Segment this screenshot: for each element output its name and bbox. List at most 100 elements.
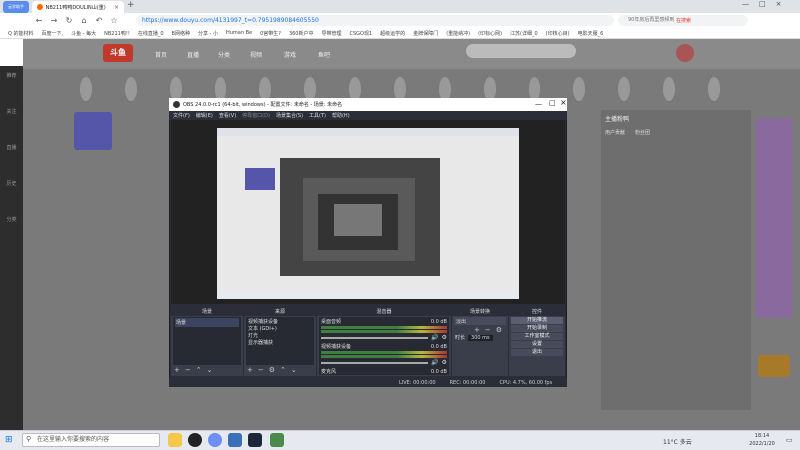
star-icon[interactable]: ☆ xyxy=(109,16,119,25)
bookmark-item[interactable]: 江苏(详细_0 xyxy=(510,30,538,37)
bookmark-item[interactable]: (重能纳冲) xyxy=(446,30,470,37)
minimize-icon[interactable]: — xyxy=(742,0,749,8)
back-icon[interactable]: ← xyxy=(34,16,44,25)
move-up-icon[interactable]: ⌃ xyxy=(280,366,286,374)
browser-profile[interactable]: 云学助手 xyxy=(3,1,29,13)
menu-edit[interactable]: 编辑(E) xyxy=(196,112,213,119)
volume-slider[interactable] xyxy=(321,361,429,364)
bookmark-item[interactable]: 百度一下, xyxy=(42,30,64,37)
source-item[interactable]: 灯光 xyxy=(248,332,312,339)
studio-mode-button[interactable]: 工作室模式 xyxy=(511,333,563,340)
menu-docks[interactable]: 停靠窗口(D) xyxy=(242,112,270,119)
exit-button[interactable]: 退出 xyxy=(511,349,563,356)
obs-maximize-icon[interactable]: □ xyxy=(549,99,556,107)
scene-item[interactable]: 场景 xyxy=(175,318,239,327)
gear-icon[interactable]: ⚙ xyxy=(269,366,275,374)
bookmark-item[interactable]: 超级运学的 xyxy=(380,30,405,37)
taskbar-search-input[interactable]: 在这里输入你要搜索的内容 xyxy=(22,433,160,447)
speaker-icon[interactable]: 🔊 xyxy=(431,359,438,366)
side-advert[interactable] xyxy=(756,118,792,318)
menu-file[interactable]: 文件(F) xyxy=(173,112,190,119)
bookmark-item[interactable]: (印标心网) xyxy=(478,30,502,37)
site-nav-video[interactable]: 视频 xyxy=(250,50,262,59)
add-icon[interactable]: + xyxy=(174,366,180,374)
site-nav-home[interactable]: 首页 xyxy=(155,50,167,59)
source-item[interactable]: 显示器捕获 xyxy=(248,339,312,346)
reload-icon[interactable]: ↻ xyxy=(64,16,74,25)
bookmark-item[interactable]: B网络种 xyxy=(172,30,190,37)
event-badge[interactable] xyxy=(758,355,790,377)
category-icon[interactable] xyxy=(124,77,137,101)
move-down-icon[interactable]: ⌄ xyxy=(207,366,213,374)
leftbar-item[interactable]: 历史 xyxy=(0,180,23,210)
home-icon[interactable]: ⌂ xyxy=(79,16,89,25)
bookmark-item[interactable]: 在线直播_0 xyxy=(138,30,164,37)
remove-icon[interactable]: − xyxy=(258,366,264,374)
move-up-icon[interactable]: ⌃ xyxy=(196,366,202,374)
bookmark-item[interactable]: 导带管理 xyxy=(321,30,341,37)
taskbar-clock[interactable]: 18:14 2022/1/20 xyxy=(744,432,780,448)
category-icon[interactable] xyxy=(80,77,92,101)
forward-icon[interactable]: → xyxy=(49,16,59,25)
obs-minimize-icon[interactable]: — xyxy=(535,100,542,108)
bookmark-item[interactable]: 360新户中 xyxy=(289,30,314,37)
bookmark-item[interactable]: 分享 - 小 xyxy=(198,30,218,37)
category-icon[interactable] xyxy=(573,77,586,101)
move-down-icon[interactable]: ⌄ xyxy=(291,366,297,374)
undo-icon[interactable]: ↶ xyxy=(94,16,104,25)
category-icon[interactable] xyxy=(663,77,676,101)
bookmark-item[interactable]: 金牌保障门 xyxy=(413,30,438,37)
bookmark-item[interactable]: NB211鸭!! xyxy=(104,30,130,37)
category-icon[interactable] xyxy=(708,77,720,101)
leftbar-item[interactable]: 关注 xyxy=(0,108,23,138)
site-nav-category[interactable]: 分类 xyxy=(218,50,230,59)
bookmark-item[interactable]: Human Be xyxy=(226,30,252,36)
bookmark-item[interactable]: 0宫带生? xyxy=(260,30,281,37)
leftbar-item[interactable]: 分类 xyxy=(0,216,23,246)
browser-taskbar-icon[interactable] xyxy=(208,433,222,447)
bookmark-item[interactable]: CSGO现1 xyxy=(350,30,373,37)
tab-close-icon[interactable]: × xyxy=(114,4,119,11)
settings-button[interactable]: 设置 xyxy=(511,341,563,348)
speaker-icon[interactable]: 🔊 xyxy=(431,334,438,341)
new-tab-icon[interactable]: + xyxy=(127,0,135,10)
notification-icon[interactable]: ▭ xyxy=(786,436,793,444)
remove-icon[interactable]: − xyxy=(485,326,491,334)
weather-widget[interactable]: 11°C 多云 xyxy=(663,437,692,446)
app-taskbar-icon[interactable] xyxy=(228,433,242,447)
app-taskbar-icon[interactable] xyxy=(270,433,284,447)
source-item[interactable]: 文本 (GDI+) xyxy=(248,325,312,332)
browser-tab[interactable]: NB211鸭鸭DOULIN山(重) × xyxy=(32,1,124,13)
site-logo[interactable]: 斗鱼 xyxy=(103,44,133,62)
bookmark-item[interactable]: (印核心目) xyxy=(546,30,570,37)
maximize-icon[interactable]: □ xyxy=(759,0,766,8)
steam-taskbar-icon[interactable] xyxy=(248,433,262,447)
add-icon[interactable]: + xyxy=(247,366,253,374)
bookmark-item[interactable]: 斗鱼 - 每大 xyxy=(71,30,96,37)
chat-tab[interactable]: 粉丝团 xyxy=(635,129,650,136)
transition-select[interactable]: 淡出 xyxy=(454,317,506,325)
menu-help[interactable]: 帮助(H) xyxy=(332,112,350,119)
add-icon[interactable]: + xyxy=(474,326,480,334)
menu-tools[interactable]: 工具(T) xyxy=(309,112,326,119)
bookmark-item[interactable]: 电影天服_6 xyxy=(578,30,604,37)
obs-taskbar-icon[interactable] xyxy=(188,433,202,447)
remove-icon[interactable]: − xyxy=(185,366,191,374)
category-icon[interactable] xyxy=(618,77,631,101)
site-search-input[interactable] xyxy=(466,44,576,58)
streamer-avatar[interactable] xyxy=(74,112,112,150)
browser-search-button[interactable]: 在搜索 xyxy=(676,17,691,24)
chat-tab[interactable]: 用户贡献 xyxy=(605,129,625,136)
start-recording-button[interactable]: 开始录制 xyxy=(511,325,563,332)
close-window-icon[interactable]: × xyxy=(776,0,782,8)
menu-view[interactable]: 查看(V) xyxy=(219,112,236,119)
windows-start-icon[interactable]: ⊞ xyxy=(5,435,13,445)
leftbar-item[interactable]: 直播 xyxy=(0,144,23,174)
gear-icon[interactable]: ⚙ xyxy=(496,326,502,334)
volume-slider[interactable] xyxy=(321,336,429,339)
url-input[interactable]: https://www.douyu.com/4131997_t=0.795198… xyxy=(136,15,614,26)
start-streaming-button[interactable]: 开始推流 xyxy=(511,317,563,324)
leftbar-item[interactable]: 推荐 xyxy=(0,72,23,102)
gear-icon[interactable]: ⚙ xyxy=(442,359,447,366)
user-avatar[interactable] xyxy=(676,44,694,62)
